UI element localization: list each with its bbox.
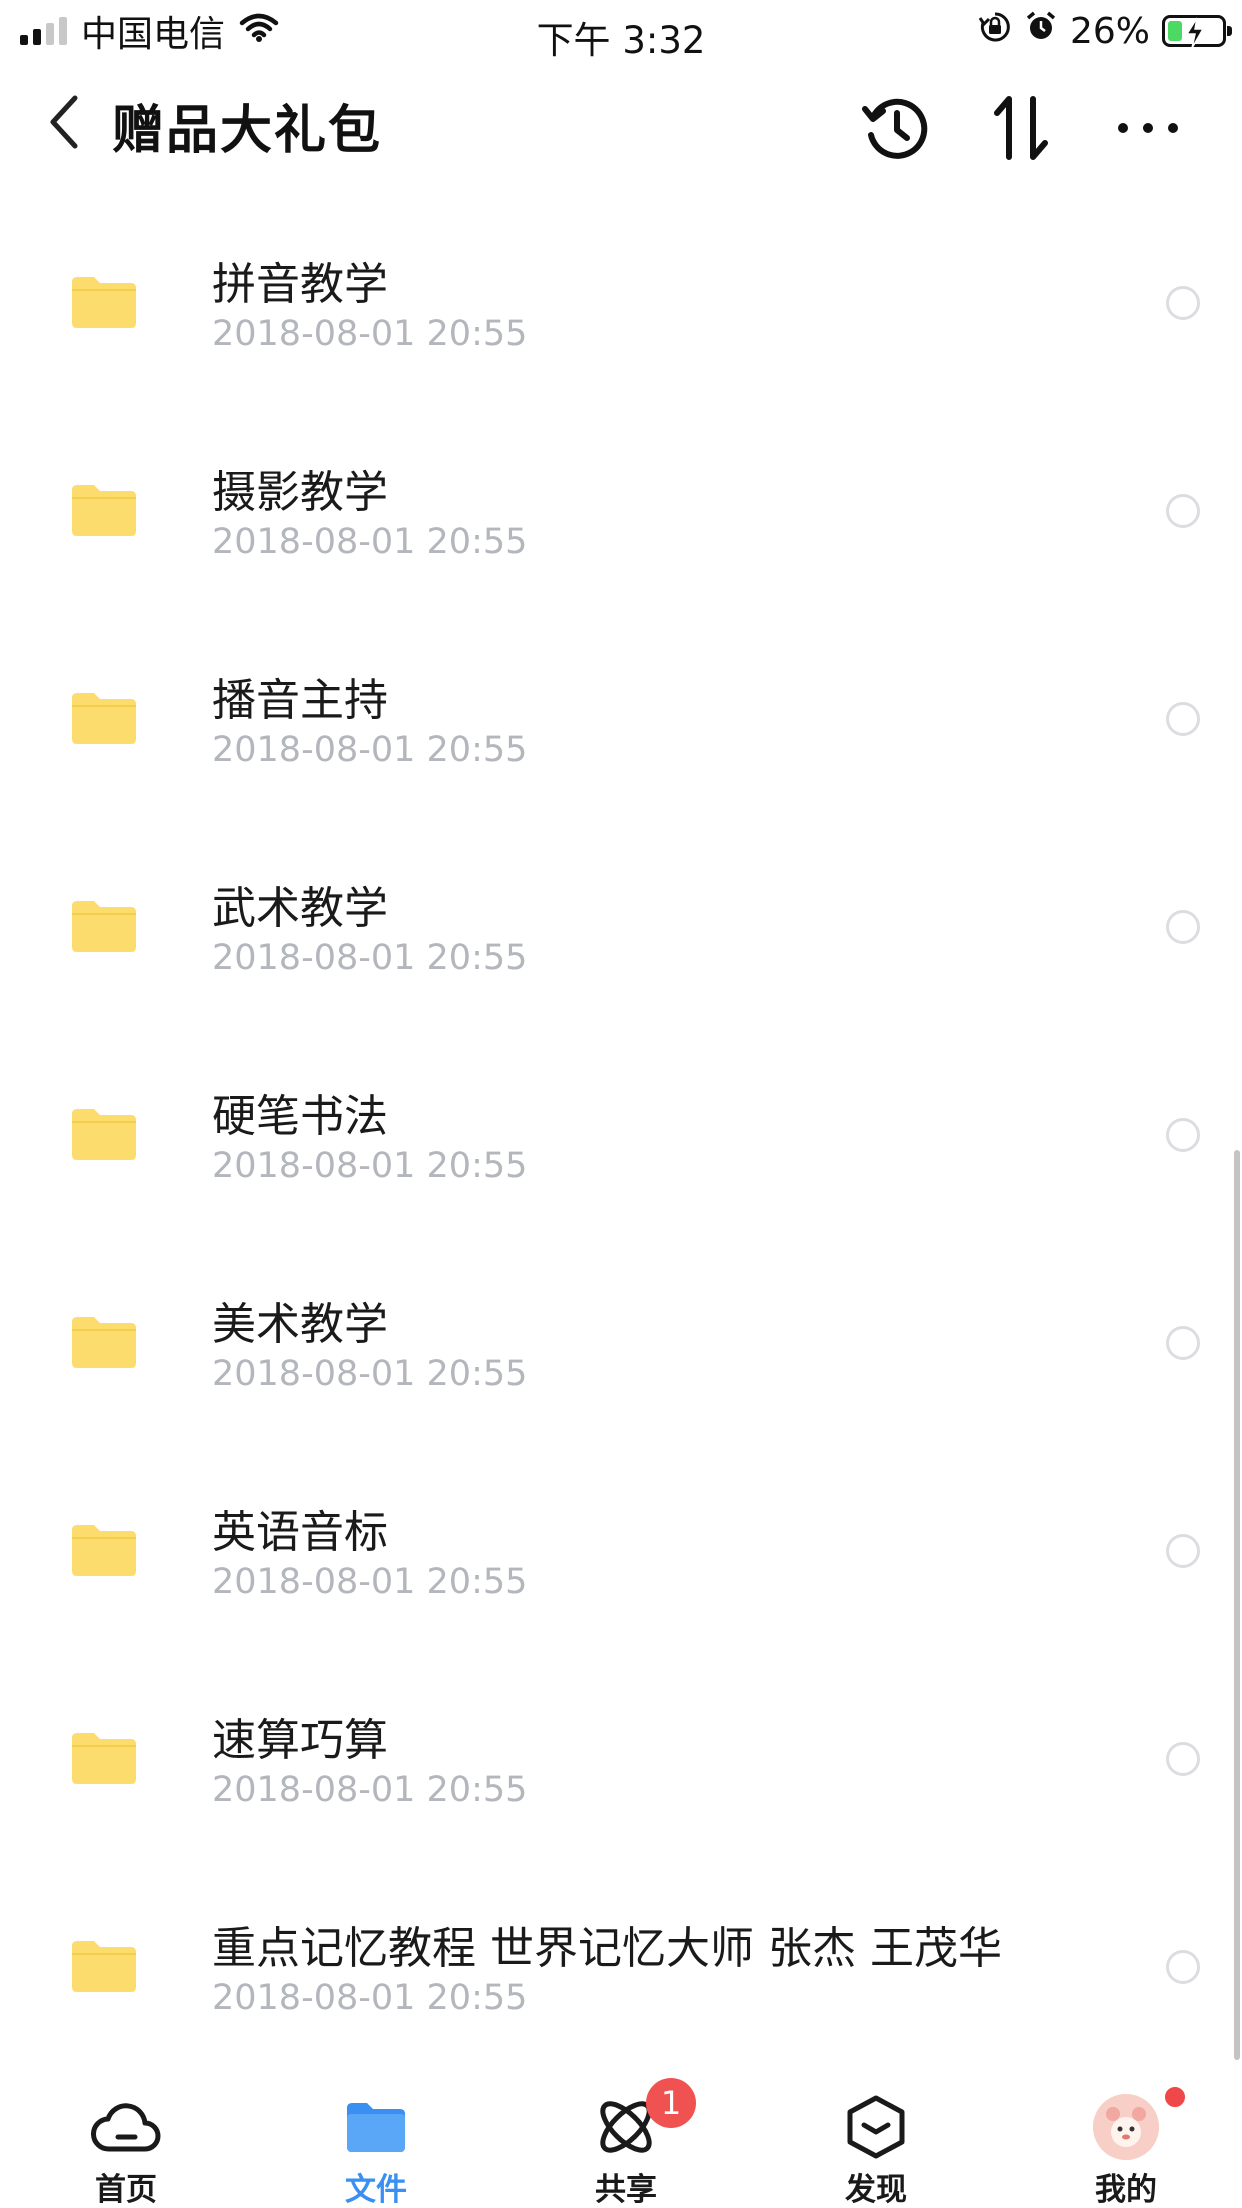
alarm-icon bbox=[1024, 10, 1058, 53]
tab-home[interactable]: 首页 bbox=[36, 2070, 216, 2208]
select-radio[interactable] bbox=[1166, 1118, 1200, 1152]
status-right: 26% bbox=[978, 8, 1232, 54]
file-name: 武术教学 bbox=[212, 883, 388, 934]
file-date: 2018-08-01 20:55 bbox=[212, 314, 528, 354]
select-radio[interactable] bbox=[1166, 1326, 1200, 1360]
file-row[interactable]: 美术教学 2018-08-01 20:55 bbox=[0, 1250, 1242, 1458]
tab-share[interactable]: 1 共享 bbox=[536, 2070, 716, 2208]
sort-icon bbox=[994, 96, 1048, 160]
folder-icon bbox=[72, 1525, 136, 1576]
select-radio[interactable] bbox=[1166, 1950, 1200, 1984]
tab-discover[interactable]: 发现 bbox=[786, 2070, 966, 2208]
select-radio[interactable] bbox=[1166, 1742, 1200, 1776]
select-radio[interactable] bbox=[1166, 494, 1200, 528]
file-name: 重点记忆教程 世界记忆大师 张杰 王茂华 bbox=[212, 1923, 1002, 1974]
chevron-left-icon bbox=[50, 95, 78, 149]
file-name: 硬笔书法 bbox=[212, 1091, 388, 1142]
tab-label: 我的 bbox=[1095, 2172, 1157, 2208]
folder-icon bbox=[72, 485, 136, 536]
tab-files[interactable]: 文件 bbox=[286, 2070, 466, 2208]
file-date: 2018-08-01 20:55 bbox=[212, 1146, 528, 1186]
tab-label: 发现 bbox=[845, 2172, 907, 2208]
file-date: 2018-08-01 20:55 bbox=[212, 1978, 528, 2018]
folder-icon bbox=[72, 1317, 136, 1368]
folder-icon bbox=[338, 2094, 414, 2160]
file-row[interactable]: 英语音标 2018-08-01 20:55 bbox=[0, 1458, 1242, 1666]
file-row[interactable]: 播音主持 2018-08-01 20:55 bbox=[0, 626, 1242, 834]
file-row[interactable]: 摄影教学 2018-08-01 20:55 bbox=[0, 418, 1242, 626]
select-radio[interactable] bbox=[1166, 1534, 1200, 1568]
tab-bar: 首页 文件 1 共享 发现 我的 bbox=[0, 2070, 1242, 2208]
file-name: 速算巧算 bbox=[212, 1715, 388, 1766]
file-date: 2018-08-01 20:55 bbox=[212, 522, 528, 562]
tab-label: 文件 bbox=[345, 2172, 407, 2208]
file-row[interactable]: 武术教学 2018-08-01 20:55 bbox=[0, 834, 1242, 1042]
folder-icon bbox=[72, 901, 136, 952]
avatar bbox=[1088, 2094, 1164, 2160]
history-button[interactable] bbox=[858, 90, 934, 166]
select-radio[interactable] bbox=[1166, 702, 1200, 736]
file-row[interactable]: 速算巧算 2018-08-01 20:55 bbox=[0, 1666, 1242, 1874]
file-name: 拼音教学 bbox=[212, 259, 388, 310]
more-button[interactable] bbox=[1110, 90, 1186, 166]
folder-icon bbox=[72, 693, 136, 744]
battery-percent: 26% bbox=[1069, 10, 1150, 52]
file-row[interactable]: 重点记忆教程 世界记忆大师 张杰 王茂华 2018-08-01 20:55 bbox=[0, 1874, 1242, 2082]
select-radio[interactable] bbox=[1166, 286, 1200, 320]
file-date: 2018-08-01 20:55 bbox=[212, 1770, 528, 1810]
file-row[interactable]: 拼音教学 2018-08-01 20:55 bbox=[0, 210, 1242, 418]
file-date: 2018-08-01 20:55 bbox=[212, 730, 528, 770]
page-title: 赠品大礼包 bbox=[112, 101, 383, 161]
sort-button[interactable] bbox=[984, 90, 1060, 166]
battery-icon bbox=[1162, 15, 1232, 49]
file-name: 美术教学 bbox=[212, 1299, 388, 1350]
folder-icon bbox=[72, 277, 136, 328]
tab-me[interactable]: 我的 bbox=[1036, 2070, 1216, 2208]
back-button[interactable] bbox=[34, 92, 94, 152]
more-icon bbox=[1118, 123, 1178, 133]
file-date: 2018-08-01 20:55 bbox=[212, 1354, 528, 1394]
history-icon bbox=[862, 98, 928, 159]
tab-label: 共享 bbox=[595, 2172, 657, 2208]
rotation-lock-icon bbox=[978, 10, 1012, 53]
folder-icon bbox=[72, 1109, 136, 1160]
file-date: 2018-08-01 20:55 bbox=[212, 938, 528, 978]
nav-bar: 赠品大礼包 bbox=[0, 62, 1242, 192]
file-row[interactable]: 硬笔书法 2018-08-01 20:55 bbox=[0, 1042, 1242, 1250]
notification-badge: 1 bbox=[646, 2078, 696, 2128]
file-name: 英语音标 bbox=[212, 1507, 388, 1558]
status-bar: 中国电信 下午 3:32 26% bbox=[0, 0, 1242, 62]
folder-icon bbox=[72, 1733, 136, 1784]
discover-cube-icon bbox=[838, 2094, 914, 2160]
notification-dot bbox=[1162, 2084, 1188, 2110]
folder-icon bbox=[72, 1941, 136, 1992]
file-date: 2018-08-01 20:55 bbox=[212, 1562, 528, 1602]
select-radio[interactable] bbox=[1166, 910, 1200, 944]
cloud-icon bbox=[88, 2094, 164, 2160]
file-name: 摄影教学 bbox=[212, 467, 388, 518]
file-name: 播音主持 bbox=[212, 675, 388, 726]
scrollbar[interactable] bbox=[1234, 1150, 1240, 2060]
tab-label: 首页 bbox=[95, 2172, 157, 2208]
file-list: 拼音教学 2018-08-01 20:55 摄影教学 2018-08-01 20… bbox=[0, 210, 1242, 2082]
